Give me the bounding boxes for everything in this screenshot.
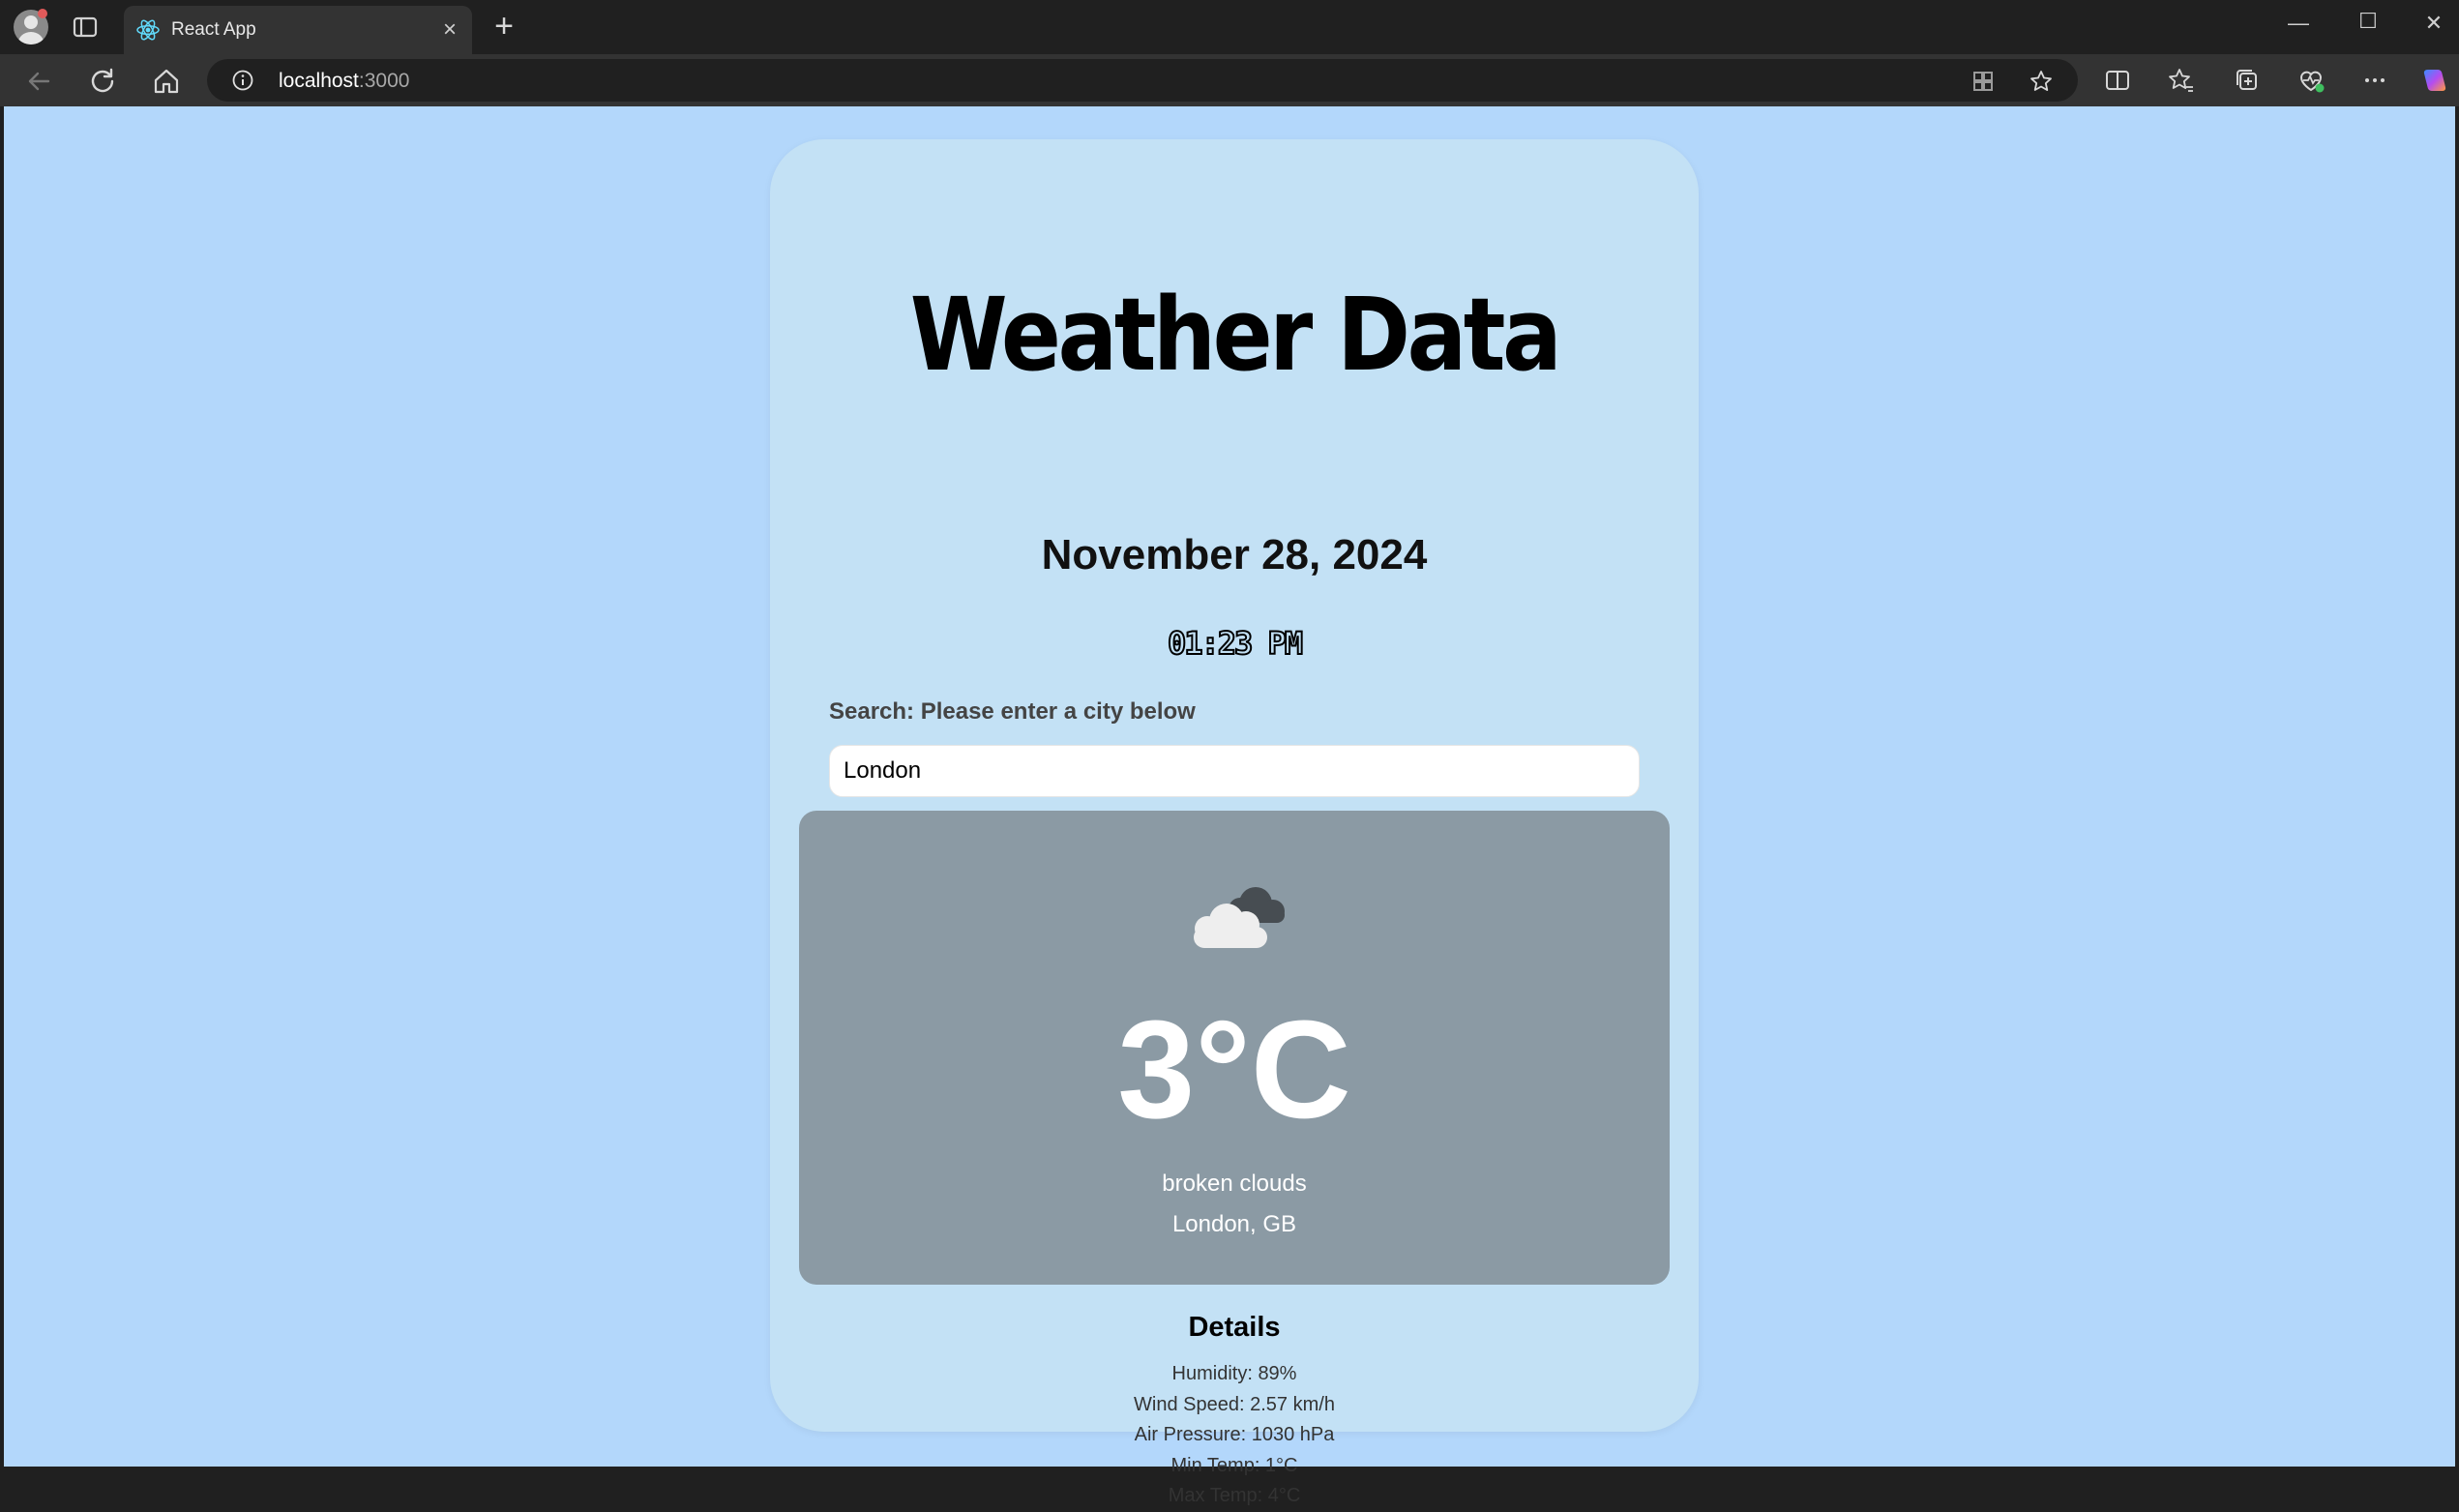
- browser-essentials-icon[interactable]: [2296, 66, 2326, 95]
- weather-location: London, GB: [1171, 1211, 1297, 1237]
- search-label: Search: Please enter a city below: [829, 698, 1196, 725]
- current-date: November 28, 2024: [1041, 531, 1428, 578]
- address-bar[interactable]: localhost:3000: [207, 59, 2078, 102]
- details-heading: Details: [1188, 1312, 1281, 1343]
- city-search-input[interactable]: [829, 745, 1640, 797]
- detail-max-temp: Max Temp: 4°C: [1168, 1485, 1301, 1506]
- collections-icon[interactable]: [2233, 66, 2262, 95]
- tab-close-icon[interactable]: ×: [437, 17, 462, 43]
- browser-toolbar: localhost:3000: [0, 54, 2459, 106]
- page-title: Weather Data: [909, 276, 1562, 394]
- app-available-icon[interactable]: [1970, 69, 1996, 94]
- site-info-icon[interactable]: [232, 70, 253, 91]
- home-icon[interactable]: [151, 66, 182, 97]
- new-tab-icon[interactable]: +: [489, 10, 518, 43]
- browser-tab-strip: React App × + — ☐ ✕: [0, 0, 2459, 54]
- current-weather-panel: 3°C broken clouds London, GB: [799, 811, 1670, 1285]
- weather-description: broken clouds: [1162, 1171, 1307, 1197]
- weather-app-card: Weather Data November 28, 2024 01:23 PM …: [770, 139, 1699, 1506]
- detail-min-temp: Min Temp: 1°C: [1170, 1454, 1298, 1476]
- detail-humidity: Humidity: 89%: [1171, 1363, 1297, 1384]
- detail-wind-speed: Wind Speed: 2.57 km/h: [1134, 1393, 1335, 1415]
- react-favicon-icon: [136, 19, 160, 41]
- split-screen-icon[interactable]: [2103, 66, 2132, 95]
- window-close-icon[interactable]: ✕: [2405, 6, 2459, 41]
- more-options-icon[interactable]: [2360, 66, 2389, 95]
- url-text[interactable]: localhost:3000: [279, 70, 409, 93]
- page-viewport: Weather Data November 28, 2024 01:23 PM …: [4, 106, 2455, 1506]
- url-host: localhost: [279, 70, 359, 92]
- copilot-icon[interactable]: [2420, 66, 2449, 95]
- minimize-icon[interactable]: —: [2269, 6, 2327, 41]
- favorites-icon[interactable]: [2167, 66, 2196, 95]
- tab-react-app[interactable]: React App ×: [124, 6, 472, 54]
- back-icon[interactable]: [23, 66, 54, 97]
- current-time: 01:23 PM: [1167, 624, 1304, 663]
- tab-actions-icon[interactable]: [72, 14, 99, 41]
- broken-clouds-icon: [1194, 887, 1285, 948]
- url-port: :3000: [358, 70, 410, 92]
- favorite-star-icon[interactable]: [2029, 69, 2054, 94]
- temperature-value: 3°C: [1117, 992, 1351, 1147]
- maximize-icon[interactable]: ☐: [2339, 4, 2397, 39]
- tab-title: React App: [171, 19, 256, 40]
- details-list: Humidity: 89% Wind Speed: 2.57 km/h Air …: [770, 1359, 1699, 1512]
- detail-air-pressure: Air Pressure: 1030 hPa: [1134, 1424, 1335, 1445]
- profile-notification-dot: [38, 9, 47, 18]
- refresh-icon[interactable]: [87, 66, 118, 97]
